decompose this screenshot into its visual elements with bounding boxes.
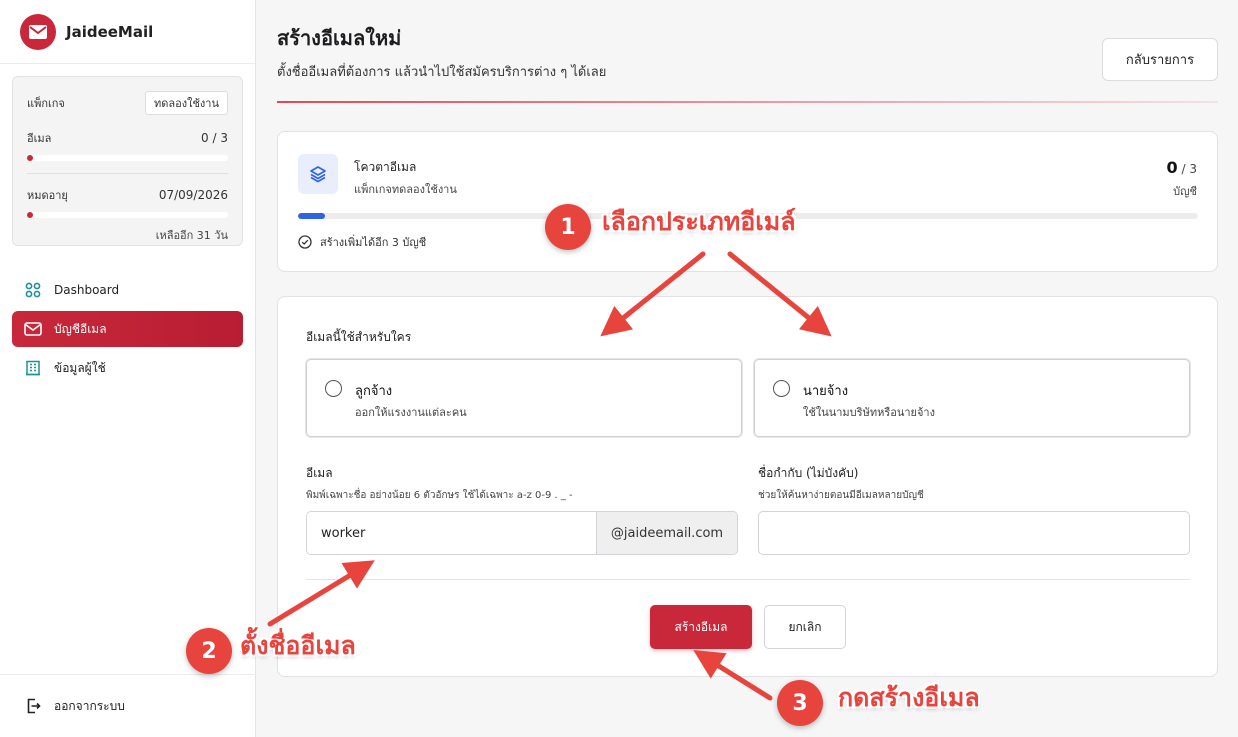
expiry-date: 07/09/2026 (158, 188, 228, 202)
expiry-bar (27, 212, 228, 218)
email-type-question: อีเมลนี้ใช้สำหรับใคร (306, 330, 412, 344)
option-title: นายจ้าง (803, 384, 849, 399)
email-field-label: อีเมล (306, 466, 333, 480)
email-usage-value: 0 / 3 (201, 131, 228, 145)
quota-used: 0 (1166, 158, 1178, 177)
form-divider (306, 579, 1190, 580)
brand-name: JaideeMail (66, 22, 154, 41)
title-divider (277, 101, 1218, 103)
email-usage-label: อีเมล (27, 132, 52, 145)
email-input[interactable] (307, 512, 596, 554)
radio-employee[interactable] (325, 380, 342, 397)
quota-title: โควตาอีเมล (354, 160, 417, 174)
step-badge-3: 3 (777, 680, 823, 726)
back-to-list-button[interactable]: กลับรายการ (1102, 38, 1218, 81)
email-domain-suffix: @jaideemail.com (596, 512, 737, 554)
brand-logo-icon (20, 13, 56, 50)
mail-icon (24, 320, 42, 338)
sidebar-item-user-info[interactable]: ข้อมูลผู้ใช้ (12, 350, 243, 386)
alias-field-help: ช่วยให้ค้นหาง่ายตอนมีอีเมลหลายบัญชี (758, 490, 924, 501)
brand[interactable]: JaideeMail (0, 0, 255, 64)
option-desc: ใช้ในนามบริษัทหรือนายจ้าง (803, 406, 935, 419)
expiry-label: หมดอายุ (27, 189, 68, 202)
sidebar-item-email-accounts[interactable]: บัญชีอีเมล (12, 311, 243, 347)
sidebar-nav: Dashboard บัญชีอีเมล ข้อมูลผู้ใช้ (12, 272, 243, 389)
quota-remaining-text: สร้างเพิ่มได้อีก 3 บัญชี (320, 236, 427, 249)
quota-remaining: สร้างเพิ่มได้อีก 3 บัญชี (298, 233, 426, 251)
step-label-3: กดสร้างอีเมล (838, 683, 980, 712)
logout-label: ออกจากระบบ (54, 698, 125, 713)
logout-icon (24, 697, 42, 715)
package-card: แพ็กเกจ ทดลองใช้งาน อีเมล 0 / 3 หมดอายุ … (12, 76, 243, 246)
sidebar-item-label: ข้อมูลผู้ใช้ (54, 360, 106, 375)
package-badge: ทดลองใช้งาน (144, 91, 228, 115)
create-email-form: อีเมลนี้ใช้สำหรับใคร ลูกจ้าง ออกให้แรงงา… (277, 296, 1218, 677)
cancel-button[interactable]: ยกเลิก (764, 605, 846, 649)
sidebar-item-label: Dashboard (54, 283, 120, 297)
email-field-help: พิมพ์เฉพาะชื่อ อย่างน้อย 6 ตัวอักษร ใช้ไ… (306, 490, 573, 501)
quota-progress-bar (298, 213, 1198, 219)
quota-card: โควตาอีเมล แพ็กเกจทดลองใช้งาน 0 / 3 บัญช… (277, 131, 1218, 272)
page-subtitle: ตั้งชื่ออีเมลที่ต้องการ แล้วนำไปใช้สมัคร… (277, 65, 607, 80)
quota-unit: บัญชี (1173, 185, 1197, 198)
quota-subtitle: แพ็กเกจทดลองใช้งาน (354, 183, 457, 196)
option-desc: ออกให้แรงงานแต่ละคน (355, 406, 467, 419)
page-title: สร้างอีเมลใหม่ (277, 26, 402, 50)
option-employee[interactable]: ลูกจ้าง ออกให้แรงงานแต่ละคน (306, 359, 742, 437)
grid-icon (24, 281, 42, 299)
radio-employer[interactable] (773, 380, 790, 397)
option-employer[interactable]: นายจ้าง ใช้ในนามบริษัทหรือนายจ้าง (754, 359, 1190, 437)
sidebar-item-dashboard[interactable]: Dashboard (12, 272, 243, 308)
check-circle-icon (298, 235, 312, 249)
quota-count: 0 / 3 (1167, 158, 1197, 177)
alias-input[interactable] (758, 511, 1190, 555)
email-usage-bar (27, 155, 228, 161)
option-title: ลูกจ้าง (355, 384, 393, 399)
building-icon (24, 359, 42, 377)
sidebar-item-label: บัญชีอีเมล (54, 321, 107, 336)
days-remaining: เหลืออีก 31 วัน (155, 229, 228, 242)
quota-progress-fill (298, 213, 325, 219)
package-label: แพ็กเกจ (27, 97, 65, 110)
email-field: @jaideemail.com (306, 511, 738, 555)
quota-total: / 3 (1181, 162, 1198, 176)
layers-icon (298, 154, 338, 194)
sidebar: JaideeMail แพ็กเกจ ทดลองใช้งาน อีเมล 0 /… (0, 0, 256, 737)
logout-button[interactable]: ออกจากระบบ (0, 674, 256, 737)
alias-field-label: ชื่อกำกับ (ไม่บังคับ) (758, 466, 859, 480)
create-email-button[interactable]: สร้างอีเมล (650, 605, 752, 649)
